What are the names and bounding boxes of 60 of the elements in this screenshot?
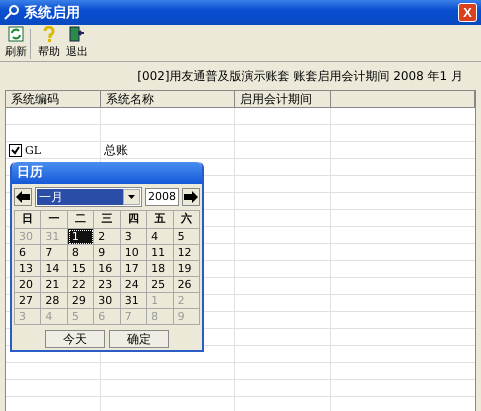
toolbar-button[interactable]: 退出: [63, 24, 91, 61]
day-cell[interactable]: 22: [68, 277, 94, 293]
day-cell[interactable]: 29: [68, 293, 94, 309]
day-cell[interactable]: 17: [120, 261, 148, 277]
day-cell[interactable]: 18: [147, 261, 174, 277]
dialog-title: 日历: [12, 162, 202, 184]
dialog-button[interactable]: 确定: [109, 330, 169, 348]
dialog-button[interactable]: 今天: [45, 330, 105, 348]
previous-month-button[interactable]: [14, 188, 32, 206]
day-cell[interactable]: 28: [41, 293, 68, 309]
day-cell[interactable]: 14: [41, 261, 68, 277]
day-cell[interactable]: 13: [15, 261, 42, 277]
table-cell: 总账: [104, 142, 128, 159]
help-icon: [42, 26, 56, 42]
day-cell[interactable]: 9: [94, 245, 121, 261]
weekday-label: 一: [41, 211, 68, 229]
weekday-label: 四: [120, 211, 148, 229]
day-cell[interactable]: 3: [120, 229, 148, 245]
day-cell[interactable]: 31: [120, 293, 148, 309]
weekday-label: 日: [15, 211, 42, 229]
month-dropdown[interactable]: 一月: [35, 187, 142, 207]
day-cell[interactable]: 5: [174, 229, 200, 245]
checkbox[interactable]: [9, 144, 22, 157]
close-button[interactable]: X: [458, 3, 477, 22]
day-cell[interactable]: 8: [68, 245, 94, 261]
door-icon: [69, 26, 85, 42]
refresh-icon: [8, 26, 24, 42]
account-info: [002]用友通普及版演示账套 账套启用会计期间 2008 年1 月: [136, 68, 464, 85]
day-cell[interactable]: 27: [15, 293, 42, 309]
day-cell[interactable]: 16: [94, 261, 121, 277]
day-cell[interactable]: 15: [68, 261, 94, 277]
window-title: 系统启用: [24, 4, 80, 22]
year-field[interactable]: 2008: [145, 188, 179, 206]
day-cell[interactable]: 20: [15, 277, 42, 293]
day-cell[interactable]: 6: [15, 245, 42, 261]
column-header[interactable]: 系统编码: [6, 91, 101, 108]
day-cell[interactable]: 4: [147, 229, 174, 245]
next-month-button[interactable]: [182, 188, 200, 206]
weekday-label: 六: [174, 211, 200, 229]
column-header[interactable]: 系统名称: [101, 91, 235, 108]
toolbar-button[interactable]: 刷新: [2, 24, 30, 61]
day-cell[interactable]: 23: [94, 277, 121, 293]
day-cell[interactable]: 7: [41, 245, 68, 261]
day-cell[interactable]: 11: [147, 245, 174, 261]
day-cell[interactable]: 1: [68, 229, 94, 245]
day-cell[interactable]: 25: [147, 277, 174, 293]
weekday-label: 五: [147, 211, 174, 229]
day-cell[interactable]: 19: [174, 261, 200, 277]
table-cell-text: GL: [25, 143, 42, 159]
day-cell[interactable]: 21: [41, 277, 68, 293]
weekday-label: 三: [94, 211, 121, 229]
day-cell[interactable]: 26: [174, 277, 200, 293]
day-cell[interactable]: 12: [174, 245, 200, 261]
toolbar-button[interactable]: 帮助: [35, 24, 63, 61]
day-cell[interactable]: 2: [94, 229, 121, 245]
column-header[interactable]: 启用会计期间: [235, 91, 331, 108]
caret-icon: [128, 195, 135, 199]
day-cell[interactable]: 30: [94, 293, 121, 309]
day-cell[interactable]: 10: [120, 245, 148, 261]
day-cell[interactable]: 24: [120, 277, 148, 293]
